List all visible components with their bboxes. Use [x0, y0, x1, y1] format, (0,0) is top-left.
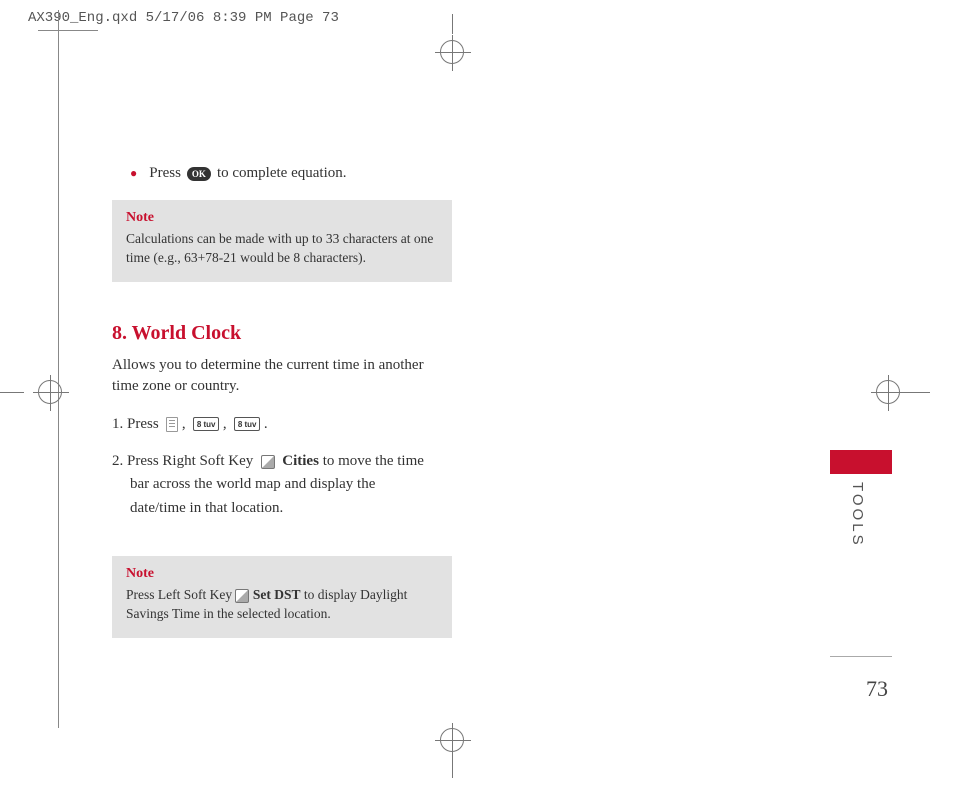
note-body: Press Left Soft Key Set DST to display D… [126, 586, 438, 624]
note2-pre: Press Left Soft Key [126, 587, 232, 602]
section-tab [830, 450, 892, 474]
menu-key-icon [166, 417, 178, 432]
left-softkey-icon [235, 589, 249, 603]
ok-key-icon: OK [187, 167, 211, 181]
right-softkey-icon [261, 455, 275, 469]
note-title: Note [126, 210, 438, 226]
step2-lead: 2. Press Right Soft Key [112, 453, 253, 469]
footer-rule [830, 656, 892, 657]
print-slug: AX390_Eng.qxd 5/17/06 8:39 PM Page 73 [28, 10, 339, 26]
section-heading: 8. World Clock [112, 322, 452, 345]
bullet-icon: ● [130, 166, 137, 181]
registration-mark-bottom [432, 720, 472, 760]
step-2: 2. Press Right Soft Key Cities to move t… [112, 450, 452, 520]
bullet-instruction: ● Press OK to complete equation. [112, 165, 452, 182]
note-box-2: Note Press Left Soft Key Set DST to disp… [112, 556, 452, 638]
note-box-1: Note Calculations can be made with up to… [112, 200, 452, 282]
step2-cont: bar across the world map and display the… [112, 473, 452, 520]
step2-tail: to move the time [323, 453, 424, 469]
registration-mark-top [432, 32, 472, 72]
key-8-icon: 8 tuv [234, 417, 260, 431]
step2-bold: Cities [282, 453, 319, 469]
page-number: 73 [866, 676, 888, 702]
note2-bold: Set DST [253, 587, 301, 602]
section-tab-label: TOOLS [849, 482, 866, 548]
instruction-pre: Press [149, 165, 181, 182]
section-intro: Allows you to determine the current time… [112, 355, 452, 397]
note-body: Calculations can be made with up to 33 c… [126, 230, 438, 268]
step1-lead: 1. Press [112, 416, 159, 432]
page-content: ● Press OK to complete equation. Note Ca… [112, 165, 452, 678]
instruction-post: to complete equation. [217, 165, 347, 182]
trim-line-vertical [58, 10, 59, 728]
key-8-icon: 8 tuv [193, 417, 219, 431]
trim-line-horizontal [38, 30, 98, 31]
step-1: 1. Press , 8 tuv , 8 tuv . [112, 413, 452, 436]
note-title: Note [126, 566, 438, 582]
